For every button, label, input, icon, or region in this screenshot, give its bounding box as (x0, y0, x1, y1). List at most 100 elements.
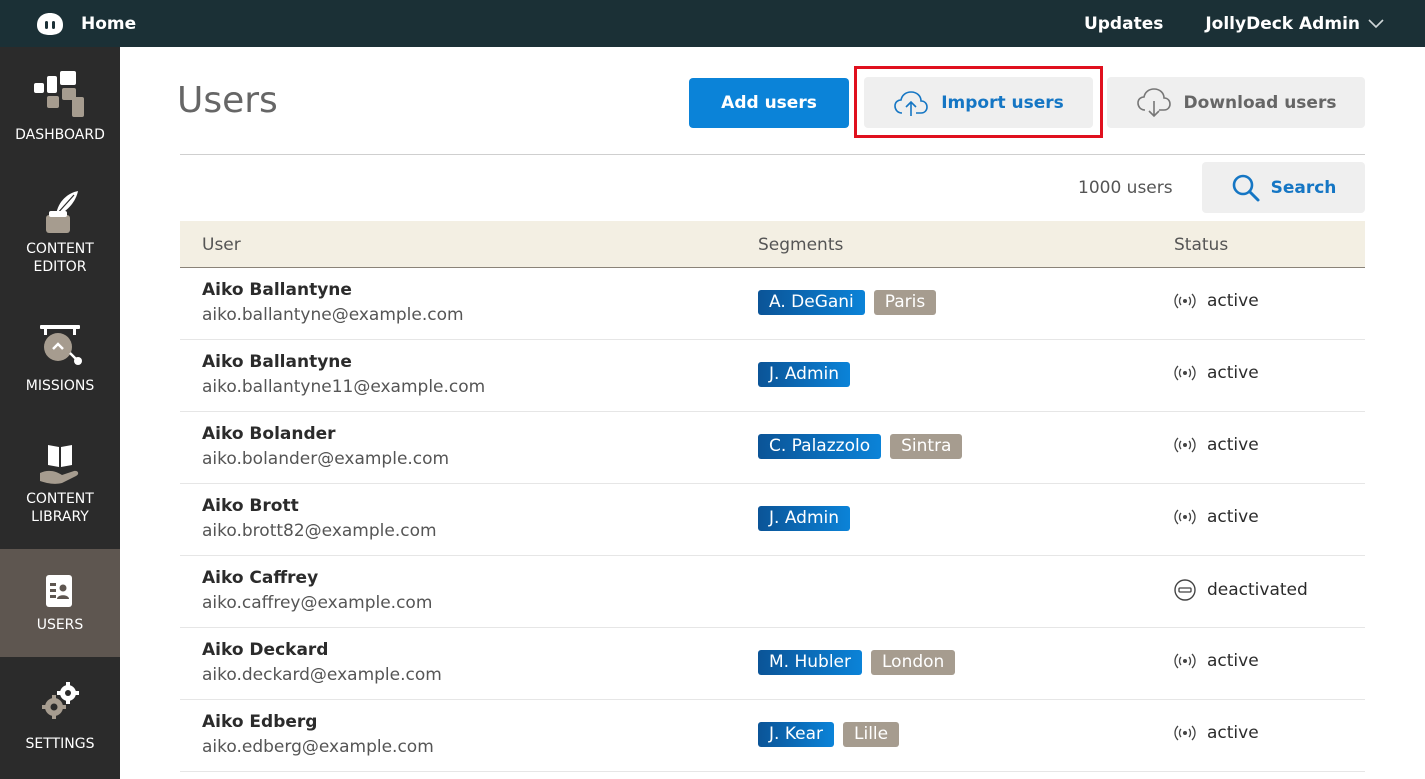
search-button[interactable]: Search (1202, 162, 1365, 213)
download-users-button[interactable]: Download users (1107, 77, 1365, 128)
status-indicator: active (1173, 723, 1259, 743)
table-row[interactable]: Aiko Ballantyne aiko.ballantyne@example.… (180, 268, 1365, 340)
status-label: active (1207, 507, 1259, 527)
sidebar-label-content-editor-2: EDITOR (33, 259, 87, 275)
gears-icon (0, 681, 120, 721)
home-link[interactable]: Home (81, 14, 136, 34)
column-header-segments[interactable]: Segments (758, 235, 843, 255)
segments: J. Kear Lille (758, 722, 908, 747)
broadcast-icon (1174, 509, 1196, 525)
cloud-upload-icon (894, 90, 929, 116)
user-name[interactable]: Aiko Ballantyne (202, 280, 352, 300)
user-count: 1000 users (1078, 178, 1173, 198)
segment-tag[interactable]: Sintra (890, 434, 963, 459)
user-name[interactable]: Aiko Ballantyne (202, 352, 352, 372)
status-indicator: active (1173, 363, 1259, 383)
segment-tag[interactable]: A. DeGani (758, 290, 865, 315)
segment-tag[interactable]: Lille (843, 722, 900, 747)
top-bar: Home Updates JollyDeck Admin (0, 0, 1425, 47)
column-header-status[interactable]: Status (1174, 235, 1228, 255)
import-users-label: Import users (941, 92, 1064, 113)
status-label: active (1207, 723, 1259, 743)
sidebar-item-content-editor[interactable]: CONTENT EDITOR (0, 177, 120, 297)
logo-icon[interactable] (36, 11, 64, 37)
table-header: User Segments Status (180, 221, 1365, 268)
sidebar-label-users: USERS (36, 617, 84, 633)
segment-tag[interactable]: J. Admin (758, 362, 851, 387)
user-name[interactable]: Aiko Edberg (202, 712, 317, 732)
status-indicator: active (1173, 435, 1259, 455)
user-email: aiko.bolander@example.com (202, 449, 450, 469)
sidebar-label-missions: MISSIONS (25, 378, 95, 394)
user-name[interactable]: Aiko Brott (202, 496, 299, 516)
book-hand-icon (0, 443, 120, 487)
user-name[interactable]: Aiko Bolander (202, 424, 336, 444)
table-row[interactable]: Aiko Brott aiko.brott82@example.com J. A… (180, 484, 1365, 556)
column-header-user[interactable]: User (202, 235, 241, 255)
segment-tag[interactable]: J. Kear (758, 722, 834, 747)
table-row[interactable]: Aiko Deckard aiko.deckard@example.com M.… (180, 628, 1365, 700)
broadcast-icon (1174, 437, 1196, 453)
sidebar-label-content-library-2: LIBRARY (31, 509, 89, 525)
sidebar: DASHBOARD CONTENT EDITOR MISSIONS CONTEN… (0, 47, 120, 779)
user-email: aiko.edberg@example.com (202, 737, 434, 757)
user-email: aiko.ballantyne@example.com (202, 305, 464, 325)
user-email: aiko.caffrey@example.com (202, 593, 433, 613)
table-row[interactable]: Aiko Bolander aiko.bolander@example.com … (180, 412, 1365, 484)
sidebar-label-content-library-1: CONTENT (26, 491, 94, 507)
dashboard-icon (0, 71, 120, 117)
user-name[interactable]: Aiko Caffrey (202, 568, 318, 588)
segment-tag[interactable]: M. Hubler (758, 650, 862, 675)
broadcast-icon (1174, 725, 1196, 741)
sidebar-item-content-library[interactable]: CONTENT LIBRARY (0, 427, 120, 549)
chevron-down-icon (1368, 18, 1384, 28)
admin-menu[interactable]: JollyDeck Admin (1205, 14, 1384, 34)
quill-icon (0, 189, 120, 235)
sidebar-item-users[interactable]: USERS (0, 549, 120, 657)
sidebar-item-settings[interactable]: SETTINGS (0, 657, 120, 779)
segments: J. Admin (758, 506, 859, 531)
deactivated-icon (1174, 579, 1196, 601)
segments: A. DeGani Paris (758, 290, 945, 315)
user-email: aiko.deckard@example.com (202, 665, 442, 685)
status-label: active (1207, 363, 1259, 383)
segment-tag[interactable]: C. Palazzolo (758, 434, 882, 459)
status-label: active (1207, 651, 1259, 671)
table-row[interactable]: Aiko Edberg aiko.edberg@example.com J. K… (180, 700, 1365, 772)
sidebar-item-dashboard[interactable]: DASHBOARD (0, 47, 120, 177)
status-indicator: active (1173, 651, 1259, 671)
segments: M. Hubler London (758, 650, 964, 675)
gong-icon (0, 323, 120, 371)
broadcast-icon (1174, 365, 1196, 381)
segments: C. Palazzolo Sintra (758, 434, 971, 459)
page-title: Users (177, 80, 278, 121)
updates-link[interactable]: Updates (1084, 14, 1163, 34)
segment-tag[interactable]: J. Admin (758, 506, 851, 531)
status-indicator: active (1173, 291, 1259, 311)
user-email: aiko.ballantyne11@example.com (202, 377, 486, 397)
sidebar-label-settings: SETTINGS (25, 736, 95, 752)
user-name[interactable]: Aiko Deckard (202, 640, 328, 660)
sidebar-item-missions[interactable]: MISSIONS (0, 297, 120, 427)
segments: J. Admin (758, 362, 859, 387)
table-row[interactable]: Aiko Caffrey aiko.caffrey@example.com de… (180, 556, 1365, 628)
segment-tag[interactable]: London (871, 650, 956, 675)
download-users-label: Download users (1183, 92, 1337, 113)
status-indicator: active (1173, 507, 1259, 527)
sidebar-label-content-editor-1: CONTENT (26, 241, 94, 257)
status-label: active (1207, 435, 1259, 455)
segment-tag[interactable]: Paris (873, 290, 937, 315)
admin-label: JollyDeck Admin (1205, 13, 1360, 34)
add-users-button[interactable]: Add users (689, 78, 849, 128)
table-row[interactable]: Aiko Ballantyne aiko.ballantyne11@exampl… (180, 340, 1365, 412)
broadcast-icon (1174, 653, 1196, 669)
cloud-download-icon (1136, 87, 1171, 117)
status-label: active (1207, 291, 1259, 311)
broadcast-icon (1174, 293, 1196, 309)
user-email: aiko.brott82@example.com (202, 521, 437, 541)
search-label: Search (1270, 177, 1337, 198)
user-card-icon (0, 575, 120, 607)
status-indicator: deactivated (1173, 579, 1308, 601)
header-divider (180, 154, 1365, 155)
import-users-button[interactable]: Import users (864, 77, 1093, 128)
